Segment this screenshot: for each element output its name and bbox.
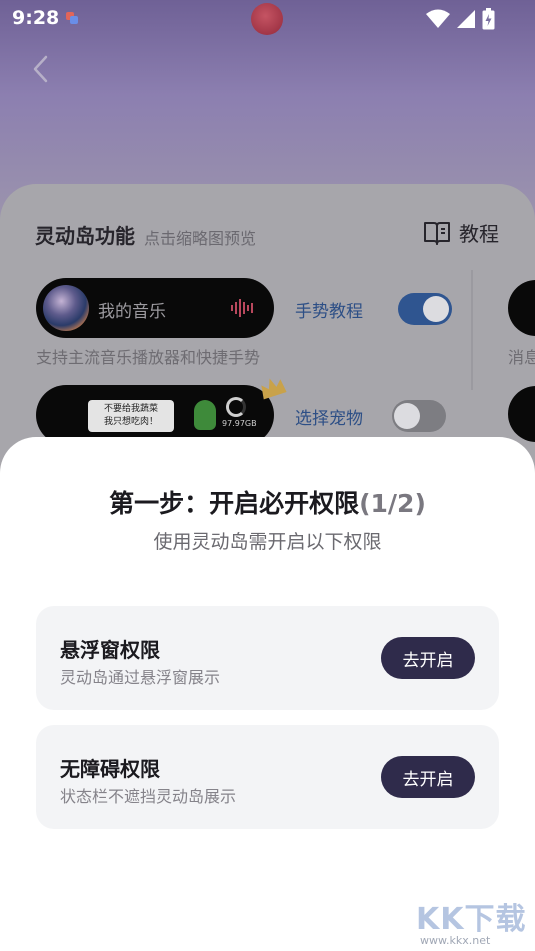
album-cover: [43, 285, 89, 331]
permission-name: 悬浮窗权限: [60, 638, 160, 662]
status-icons: [426, 8, 495, 30]
book-icon: [424, 221, 450, 245]
gesture-tutorial-link[interactable]: 手势教程: [295, 297, 363, 322]
front-camera: [251, 3, 283, 35]
permission-name: 无障碍权限: [60, 757, 160, 781]
pet-island-preview[interactable]: 不要给我蔬菜 我只想吃肉！ 97.97GB: [36, 385, 274, 445]
choose-pet-link[interactable]: 选择宠物: [295, 404, 363, 429]
permission-card-overlay: 悬浮窗权限 灵动岛通过悬浮窗展示 去开启: [36, 606, 499, 710]
message-feature-desc: 消息: [508, 348, 535, 367]
pet-speech-bubble: 不要给我蔬菜 我只想吃肉！: [88, 400, 174, 432]
pet-speech-line-2: 我只想吃肉！: [103, 417, 158, 427]
storage-value: 97.97GB: [222, 419, 257, 428]
status-bar: 9:28: [0, 0, 535, 38]
section-title: 灵动岛功能: [35, 224, 135, 248]
signal-icon: [457, 10, 475, 28]
pet-toggle[interactable]: [392, 400, 446, 432]
music-track-title: 我的音乐: [98, 302, 166, 322]
music-toggle[interactable]: [398, 293, 452, 325]
music-feature-desc: 支持主流音乐播放器和快捷手势: [36, 348, 261, 367]
tutorial-button[interactable]: 教程: [423, 218, 499, 247]
enable-accessibility-button[interactable]: 去开启: [381, 756, 475, 798]
sheet-subtitle: 使用灵动岛需开启以下权限: [153, 531, 382, 553]
sheet-title-text: 第一步：开启必开权限: [109, 489, 360, 518]
step-indicator: (1/2): [359, 489, 426, 518]
section-subtitle: 点击缩略图预览: [144, 229, 257, 248]
sheet-title: 第一步：开启必开权限(1/2): [0, 484, 535, 520]
enable-overlay-button[interactable]: 去开启: [381, 637, 475, 679]
permission-desc: 状态栏不遮挡灵动岛展示: [60, 787, 237, 806]
battery-icon: [482, 8, 495, 30]
toggle-knob: [423, 296, 449, 322]
permission-desc: 灵动岛通过悬浮窗展示: [60, 668, 221, 687]
wifi-icon: [426, 9, 450, 28]
pet-dinosaur: [194, 400, 216, 430]
storage-ring-icon: [226, 397, 246, 417]
back-arrow-icon[interactable]: [28, 54, 54, 84]
status-time: 9:28: [12, 7, 60, 29]
tutorial-label: 教程: [459, 222, 499, 246]
crown-icon: [261, 378, 287, 400]
screen: 9:28 灵动岛功能 点击缩略图预览 教程 我的音乐 支持主流音乐播放器和快捷手…: [0, 0, 535, 951]
watermark: KK下载 www.kkx.net: [416, 894, 527, 947]
app-notification-icon: [66, 12, 78, 24]
permission-card-accessibility: 无障碍权限 状态栏不遮挡灵动岛展示 去开启: [36, 725, 499, 829]
divider: [471, 270, 473, 390]
pet-speech-line-1: 不要给我蔬菜: [103, 404, 158, 414]
audio-wave-icon: [231, 299, 253, 317]
toggle-knob: [394, 403, 420, 429]
music-island-preview[interactable]: 我的音乐: [36, 278, 274, 338]
watermark-logo: KK下载: [416, 902, 527, 937]
